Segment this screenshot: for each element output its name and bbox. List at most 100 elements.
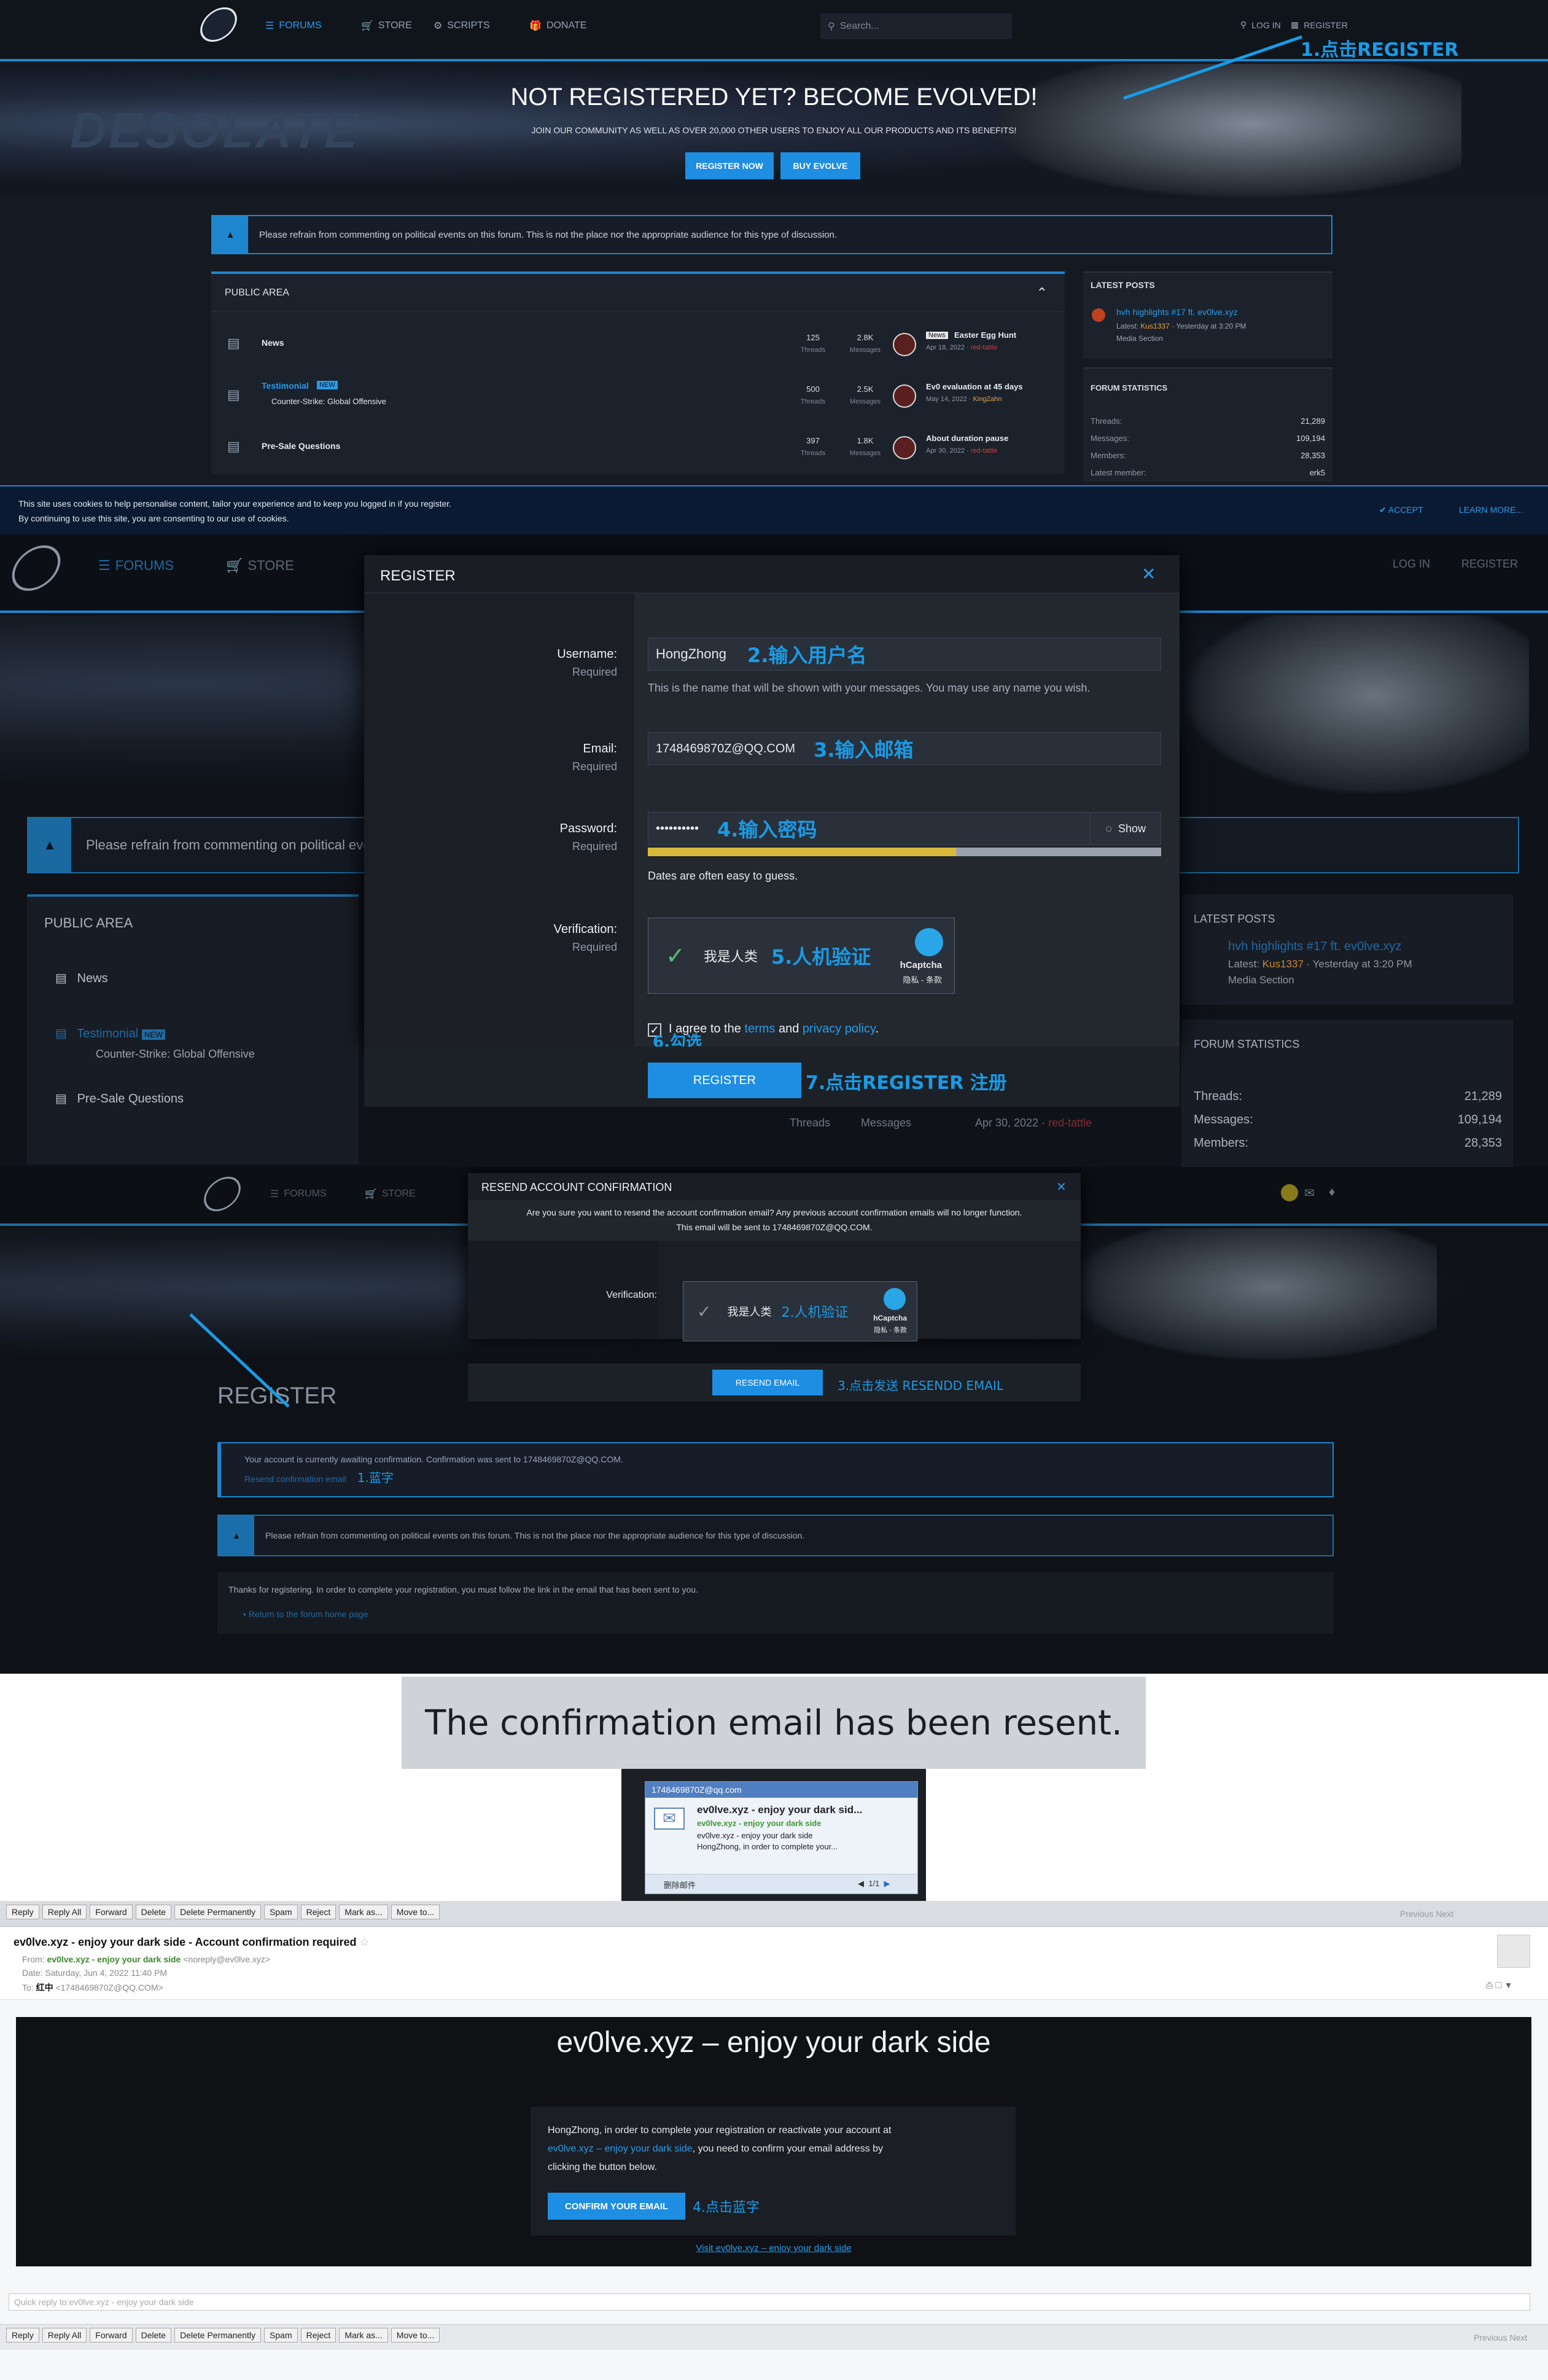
forum-icon: ▤ bbox=[227, 335, 240, 351]
dim-node-news: ▤ News bbox=[55, 972, 108, 985]
stats-messages-label: Messages: bbox=[1091, 434, 1129, 443]
stats-latest-label: Latest member: bbox=[1091, 468, 1146, 477]
avatar[interactable] bbox=[893, 333, 916, 356]
collapse-icon[interactable]: ⌃ bbox=[1037, 285, 1048, 301]
mail-icon[interactable]: ✉ bbox=[1304, 1185, 1315, 1201]
resend-hcaptcha-widget[interactable]: ✓ 我是人类 2.人机验证 hCaptcha 隐私 - 条款 bbox=[683, 1281, 917, 1341]
hcaptcha-widget[interactable]: ✓ 我是人类 5.人机验证 hCaptcha 隐私 - 条款 bbox=[648, 918, 955, 994]
nav-register[interactable]: ▦ REGISTER bbox=[1291, 20, 1348, 30]
privacy-link[interactable]: privacy policy bbox=[803, 1022, 876, 1036]
terms-link[interactable]: terms bbox=[744, 1022, 775, 1036]
quick-reply-input[interactable]: Quick reply to:ev0lve.xyz - enjoy your d… bbox=[9, 2293, 1530, 2311]
resend-email-button[interactable]: RESEND EMAIL bbox=[712, 1370, 823, 1395]
forum-node-row[interactable]: ▤ Testimonial NEW Counter-Strike: Global Of… bbox=[211, 373, 1065, 421]
threads-label: Threads bbox=[800, 398, 826, 405]
toolbar-button[interactable]: Reply bbox=[6, 2328, 39, 2343]
toolbar-button[interactable]: Forward bbox=[90, 2328, 133, 2343]
dim-latest-time: Yesterday at 3:20 PM bbox=[1312, 958, 1412, 970]
cookie-accept[interactable]: ✔ ACCEPT bbox=[1379, 505, 1423, 515]
latest-post-title[interactable]: hvh highlights #17 ft. ev0lve.xyz bbox=[1116, 307, 1238, 317]
toolbar-button[interactable]: Mark as... bbox=[339, 1905, 388, 1919]
forum-node-row[interactable]: ▤ News 125 Threads 2.8K Messages News Easter Eg… bbox=[211, 322, 1065, 370]
resend-screenshot: ☰ FORUMS 🛒 STORE ✉ ♦ REGISTER RESEND ACC… bbox=[0, 1167, 1548, 1674]
dim-stats-threads-label: Threads: bbox=[1194, 1090, 1242, 1103]
email-to-name[interactable]: 红中 bbox=[36, 1983, 53, 1992]
star-icon[interactable]: ☆ bbox=[360, 1936, 370, 1948]
avatar[interactable] bbox=[893, 384, 916, 408]
mail-notification[interactable]: 1748469870Z@qq.com ✉ ev0lve.xyz - enjoy … bbox=[645, 1781, 918, 1894]
username-field[interactable]: HongZhong 2.输入用户名 bbox=[648, 638, 1161, 671]
nav-store[interactable]: 🛒 STORE bbox=[361, 20, 412, 32]
close-icon[interactable]: ✕ bbox=[1142, 564, 1156, 584]
toolbar-button[interactable]: Mark as... bbox=[339, 2328, 388, 2343]
toolbar-button[interactable]: Reply bbox=[6, 1905, 39, 1919]
last-post-date: Apr 18, 2022 bbox=[926, 344, 965, 351]
register-submit-button[interactable]: REGISTER bbox=[648, 1063, 801, 1098]
toolbar-button[interactable]: Reply All bbox=[42, 1905, 87, 1919]
buy-evolve-button[interactable]: BUY EVOLVE bbox=[780, 152, 860, 179]
latest-section[interactable]: Media Section bbox=[1116, 334, 1163, 343]
pager-top[interactable]: Previous Next bbox=[1400, 1909, 1453, 1919]
notification-delete[interactable]: 删除邮件 bbox=[664, 1879, 696, 1890]
resend-confirmation-link[interactable]: Resend confirmation email bbox=[244, 1474, 346, 1484]
nav-login[interactable]: ⚲ LOG IN bbox=[1240, 20, 1281, 30]
latest-user[interactable]: Kus1337 bbox=[1140, 322, 1169, 330]
toolbar-button[interactable]: Delete Permanently bbox=[174, 2328, 262, 2343]
nav-scripts[interactable]: ⚙ SCRIPTS bbox=[434, 20, 490, 32]
toolbar-button[interactable]: Reply All bbox=[42, 2328, 87, 2343]
step-r1-link: 1.蓝字 bbox=[357, 1470, 394, 1485]
toolbar-button[interactable]: Spam bbox=[264, 2328, 298, 2343]
cookie-learn-more[interactable]: LEARN MORE... bbox=[1459, 505, 1523, 515]
toolbar-button[interactable]: Reject bbox=[300, 2328, 336, 2343]
avatar[interactable] bbox=[893, 436, 916, 459]
register-now-button[interactable]: REGISTER NOW bbox=[685, 152, 774, 179]
last-post-title[interactable]: Ev0 evaluation at 45 days bbox=[926, 382, 1023, 391]
toolbar-button[interactable]: Spam bbox=[264, 1905, 298, 1919]
node-title[interactable]: Testimonial bbox=[262, 381, 309, 391]
last-post-user[interactable]: KingZahn bbox=[973, 396, 1002, 403]
dim-node-sub: Counter-Strike: Global Offensive bbox=[96, 1048, 255, 1060]
toolbar-button[interactable]: Delete bbox=[135, 1905, 172, 1919]
notification-pager[interactable]: ◀ 1/1 ▶ bbox=[858, 1879, 890, 1889]
resend-close-icon[interactable]: ✕ bbox=[1056, 1179, 1067, 1195]
bell-icon[interactable]: ♦ bbox=[1329, 1185, 1335, 1200]
subforum-link[interactable]: Counter-Strike: Global Offensive bbox=[271, 397, 386, 406]
toolbar-button[interactable]: Forward bbox=[90, 1905, 133, 1919]
last-post-title[interactable]: About duration pause bbox=[926, 434, 1008, 443]
print-icon[interactable]: ⎙ ☐ ▼ bbox=[1486, 1980, 1512, 1991]
resend-checkmark-icon[interactable]: ✓ bbox=[697, 1301, 711, 1322]
nav-donate[interactable]: 🎁 DONATE bbox=[529, 20, 586, 32]
toolbar-button[interactable]: Reject bbox=[300, 1905, 336, 1919]
search-input[interactable]: ⚲ Search... bbox=[820, 14, 1012, 39]
toolbar-button[interactable]: Move to... bbox=[391, 1905, 440, 1919]
pager-bottom[interactable]: Previous Next bbox=[1474, 2333, 1527, 2343]
last-post-user[interactable]: red-tattle bbox=[971, 447, 997, 455]
toolbar-button[interactable]: Delete Permanently bbox=[174, 1905, 262, 1919]
return-home-link[interactable]: • Return to the forum home page bbox=[243, 1609, 368, 1619]
user-avatar[interactable] bbox=[1281, 1184, 1298, 1201]
nav-forums[interactable]: ☰ FORUMS bbox=[265, 20, 322, 32]
email-from-name[interactable]: ev0lve.xyz - enjoy your dark side bbox=[47, 1954, 181, 1964]
last-post-title[interactable]: Easter Egg Hunt bbox=[954, 330, 1016, 340]
visit-site-link[interactable]: Visit ev0lve.xyz – enjoy your dark side bbox=[16, 2243, 1531, 2253]
toolbar-button[interactable]: Delete bbox=[135, 2328, 172, 2343]
dim-threads-text: Threads bbox=[790, 1117, 831, 1129]
email-body-link[interactable]: ev0lve.xyz – enjoy your dark side bbox=[548, 2144, 693, 2154]
email-date: Date: Saturday, Jun 4, 2022 11:40 PM bbox=[22, 1968, 167, 1978]
node-title[interactable]: Pre-Sale Questions bbox=[262, 441, 340, 451]
show-password-button[interactable]: ◌ Show bbox=[1090, 813, 1161, 845]
cookie-text-2: By continuing to use this site, you are … bbox=[18, 513, 289, 523]
dim-nav-forums-label: FORUMS bbox=[115, 558, 174, 573]
confirm-email-button[interactable]: CONFIRM YOUR EMAIL bbox=[548, 2193, 685, 2220]
email-field[interactable]: 1748469870Z@QQ.COM 3.输入邮箱 bbox=[648, 732, 1161, 765]
stats-latest[interactable]: erk5 bbox=[1310, 468, 1325, 477]
checkmark-icon[interactable]: ✓ bbox=[666, 942, 685, 970]
last-post-user[interactable]: red-tattle bbox=[971, 344, 997, 351]
dim-stats-members-label: Members: bbox=[1194, 1136, 1248, 1150]
node-title[interactable]: News bbox=[262, 338, 284, 348]
resend-dim-nav-store: 🛒 STORE bbox=[365, 1188, 416, 1200]
forum-node-row[interactable]: ▤ Pre-Sale Questions 397 Threads 1.8K Message… bbox=[211, 425, 1065, 473]
toolbar-button[interactable]: Move to... bbox=[391, 2328, 440, 2343]
avatar[interactable] bbox=[1092, 308, 1105, 322]
password-field[interactable]: •••••••••• 4.输入密码 ◌ Show bbox=[648, 812, 1161, 845]
